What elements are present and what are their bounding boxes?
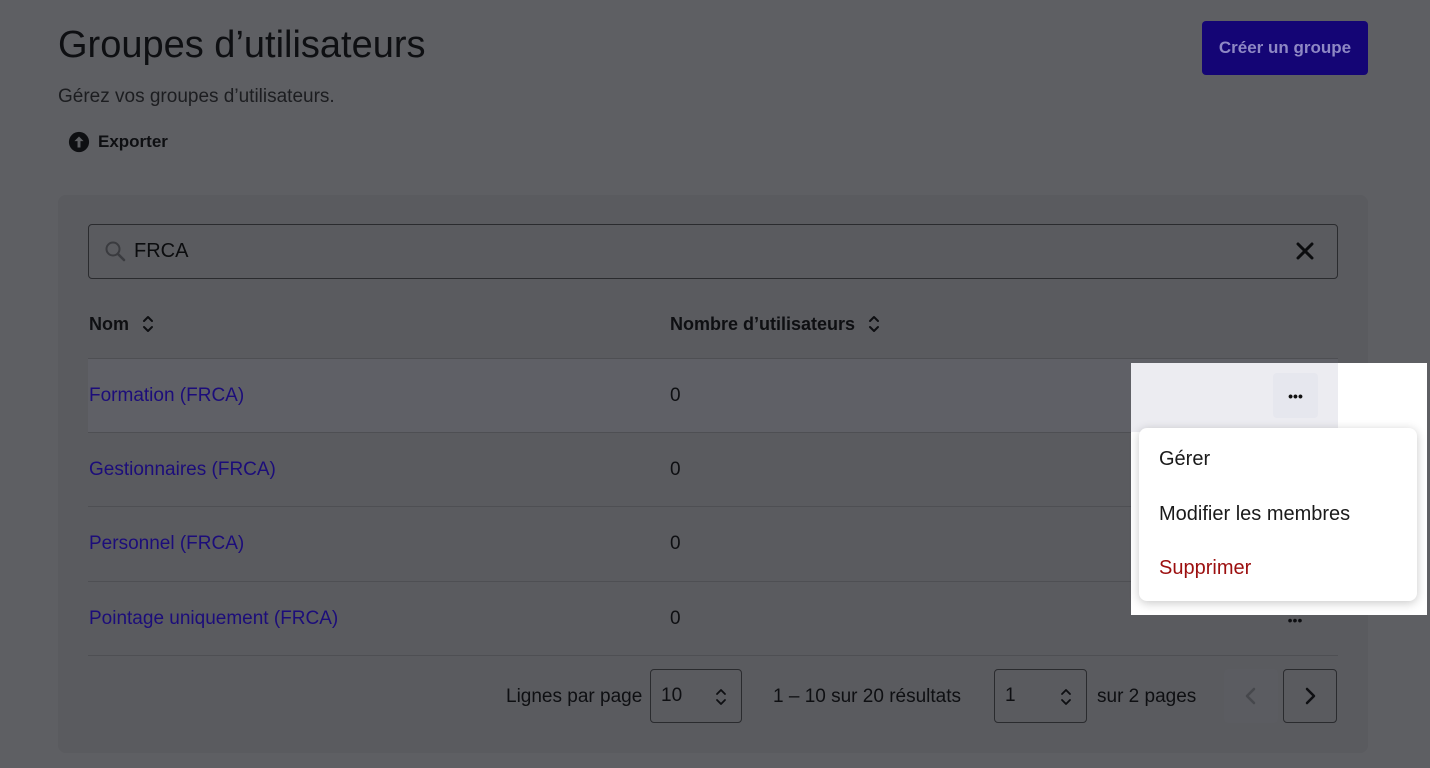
page-title: Groupes d’utilisateurs (58, 24, 426, 66)
menu-item-delete[interactable]: Supprimer (1159, 557, 1251, 580)
group-name-link[interactable]: Gestionnaires (FRCA) (89, 459, 276, 481)
export-label: Exporter (98, 132, 168, 151)
column-header-name[interactable]: Nom (89, 312, 155, 336)
create-group-button[interactable]: Créer un groupe (1202, 21, 1368, 75)
user-count: 0 (670, 385, 681, 406)
total-pages: sur 2 pages (1097, 686, 1197, 707)
column-header-user-count-label: Nombre d’utilisateurs (670, 313, 856, 334)
user-count: 0 (670, 608, 681, 629)
chevron-up-down-icon (716, 689, 726, 705)
table-divider (88, 655, 1338, 656)
search-input[interactable]: FRCA (88, 224, 1338, 279)
search-value: FRCA (134, 240, 189, 262)
upload-arrow-icon (68, 131, 90, 153)
column-header-user-count[interactable]: Nombre d’utilisateurs (670, 312, 881, 336)
previous-page-button[interactable] (1224, 669, 1278, 723)
row-actions-menu: Gérer Modifier les membres Supprimer (1139, 428, 1417, 601)
column-header-name-label: Nom (89, 313, 129, 334)
menu-item-manage[interactable]: Gérer (1159, 448, 1210, 471)
chevron-right-icon (1305, 687, 1316, 705)
menu-item-edit-members[interactable]: Modifier les membres (1159, 503, 1350, 526)
group-name-link[interactable]: Pointage uniquement (FRCA) (89, 608, 338, 630)
group-name-link[interactable]: Personnel (FRCA) (89, 533, 244, 555)
close-icon[interactable] (1295, 241, 1315, 261)
group-name-link[interactable]: Formation (FRCA) (89, 385, 244, 407)
rows-per-page-label: Lignes par page (506, 686, 643, 707)
sort-icon (869, 316, 880, 332)
row-actions-button[interactable]: ••• (1273, 373, 1318, 418)
user-count: 0 (670, 533, 681, 554)
page-value: 1 (1005, 685, 1016, 706)
user-count: 0 (670, 459, 681, 480)
rows-per-page-value: 10 (661, 685, 683, 706)
results-range: 1 – 10 sur 20 résultats (773, 686, 961, 707)
next-page-button[interactable] (1283, 669, 1337, 723)
rows-per-page-select[interactable]: 10 (650, 669, 742, 723)
export-button[interactable]: Exporter (68, 131, 168, 153)
chevron-up-down-icon (1061, 689, 1071, 705)
chevron-left-icon (1245, 687, 1256, 705)
page-subtitle: Gérez vos groupes d’utilisateurs. (58, 86, 335, 107)
user-groups-page: Groupes d’utilisateurs Gérez vos groupes… (0, 0, 1430, 768)
search-icon (105, 241, 126, 262)
sort-icon (143, 316, 153, 332)
page-select[interactable]: 1 (994, 669, 1087, 723)
